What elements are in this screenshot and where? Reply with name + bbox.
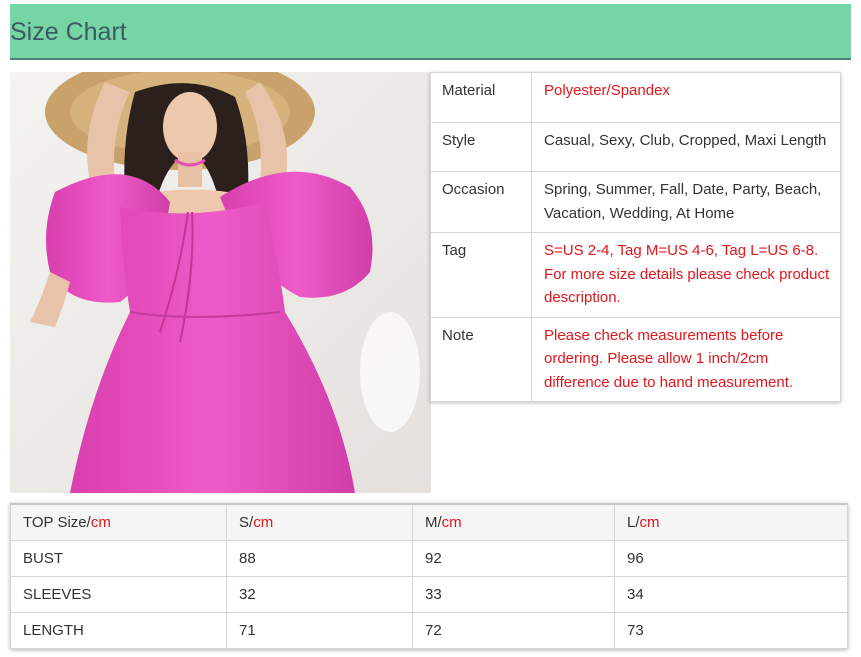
table-cell: 88	[226, 540, 413, 577]
product-photo	[10, 72, 431, 493]
header-unit: cm	[441, 514, 462, 531]
spec-row-material: Material Polyester/Spandex	[430, 72, 841, 123]
product-spec-table: Material Polyester/Spandex Style Casual,…	[430, 72, 841, 402]
header-label: TOP Size/	[23, 514, 91, 531]
table-row: SLEEVES 32 33 34	[10, 576, 848, 613]
spec-row-occasion: Occasion Spring, Summer, Fall, Date, Par…	[430, 171, 841, 233]
table-row: BUST 88 92 96	[10, 540, 848, 577]
table-cell: 71	[226, 612, 413, 649]
table-cell: 34	[614, 576, 848, 613]
spec-value: Polyester/Spandex	[531, 72, 841, 123]
size-table: TOP Size/cm S/cm M/cm L/cm BUST 88 92 96…	[10, 503, 848, 649]
page-title: Size Chart	[10, 18, 127, 46]
spec-value: Spring, Summer, Fall, Date, Party, Beach…	[531, 171, 841, 233]
size-table-container: TOP Size/cm S/cm M/cm L/cm BUST 88 92 96…	[10, 503, 848, 649]
spec-value: Casual, Sexy, Club, Cropped, Maxi Length	[531, 122, 841, 172]
spec-key: Occasion	[430, 171, 532, 233]
table-cell: 32	[226, 576, 413, 613]
product-image	[10, 72, 431, 493]
header-label: M/	[425, 514, 442, 531]
row-label: LENGTH	[10, 612, 227, 649]
spec-row-style: Style Casual, Sexy, Club, Cropped, Maxi …	[430, 122, 841, 172]
table-cell: 33	[412, 576, 615, 613]
header-unit: cm	[253, 514, 274, 531]
header-top-size: TOP Size/cm	[10, 503, 227, 541]
spec-row-tag: Tag S=US 2-4, Tag M=US 4-6, Tag L=US 6-8…	[430, 232, 841, 318]
spec-value: S=US 2-4, Tag M=US 4-6, Tag L=US 6-8. Fo…	[531, 232, 841, 318]
table-cell: 73	[614, 612, 848, 649]
header-label: L/	[627, 514, 640, 531]
spec-key: Style	[430, 122, 532, 172]
size-table-header-row: TOP Size/cm S/cm M/cm L/cm	[10, 503, 848, 541]
table-row: LENGTH 71 72 73	[10, 612, 848, 649]
header-label: S/	[239, 514, 254, 531]
row-label: SLEEVES	[10, 576, 227, 613]
spec-key: Material	[430, 72, 532, 123]
spec-row-note: Note Please check measurements before or…	[430, 316, 841, 402]
spec-key: Tag	[430, 232, 532, 318]
header-unit: cm	[639, 514, 660, 531]
table-cell: 92	[412, 540, 615, 577]
table-cell: 72	[412, 612, 615, 649]
header-size-l: L/cm	[614, 503, 848, 541]
header-size-m: M/cm	[412, 503, 615, 541]
header-unit: cm	[90, 514, 111, 531]
header-size-s: S/cm	[226, 503, 413, 541]
row-label: BUST	[10, 540, 227, 577]
spec-key: Note	[430, 316, 532, 402]
spec-value: Please check measurements before orderin…	[531, 316, 841, 402]
table-cell: 96	[614, 540, 848, 577]
size-chart-header: Size Chart	[10, 4, 851, 60]
